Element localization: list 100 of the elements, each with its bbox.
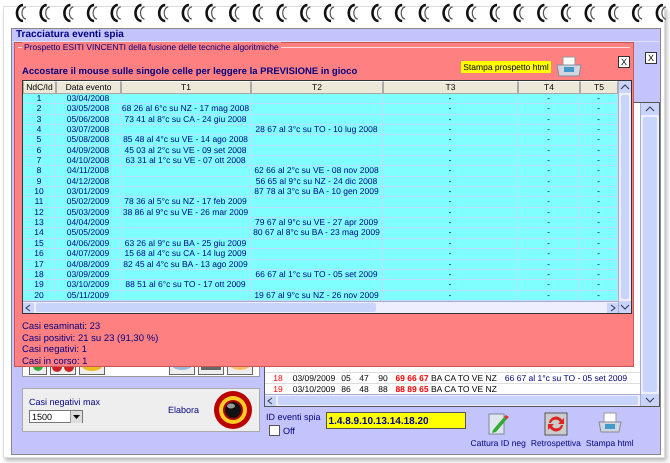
checkbox[interactable]	[269, 425, 280, 436]
table-cell: 03/01/2009	[56, 187, 121, 196]
table-cell: 05/08/2008	[56, 135, 121, 145]
table-cell: 12	[23, 208, 56, 218]
printer-icon[interactable]	[554, 56, 583, 78]
table-cell-text: 86	[340, 384, 352, 394]
column-header[interactable]: T4	[518, 81, 580, 94]
table-cell: 2	[23, 104, 56, 114]
table-cell: 87 78 al 3°c su BA - 10 gen 2009	[251, 187, 383, 196]
table-cell-text: 90	[377, 373, 389, 383]
summary-line: Casi negativi: 1	[22, 344, 87, 356]
field-label: ID eventi spia	[266, 412, 321, 422]
caret-icon[interactable]	[70, 410, 82, 422]
table-cell: 9	[23, 176, 56, 186]
table-cell: -	[383, 270, 518, 280]
table-cell: -	[518, 218, 580, 228]
table-cell: -	[518, 228, 580, 238]
table-cell: 05/02/2009	[56, 197, 121, 207]
table-cell: -	[518, 260, 580, 269]
table-cell: -	[383, 280, 518, 290]
table-cell: -	[518, 135, 580, 145]
table-cell: -	[518, 176, 580, 186]
table-cell: 62 66 al 2°c su VE - 08 nov 2008	[251, 166, 383, 176]
table-cell: -	[518, 270, 580, 280]
scrollbar[interactable]	[23, 301, 618, 313]
table-cell-text: 03/09/2009	[292, 373, 336, 383]
toolbar-button[interactable]: Stampa html	[586, 412, 634, 448]
table-cell: -	[518, 146, 580, 156]
table-cell: 79 67 al 9°c su VE - 27 apr 2009	[251, 218, 383, 228]
table-cell: BA CA TO VE NZ	[431, 384, 495, 394]
edit-icon	[486, 412, 510, 436]
table-cell: 4	[23, 125, 56, 134]
column-header[interactable]: NdC/Id	[23, 81, 56, 94]
scrollbar[interactable]	[265, 394, 640, 406]
table-cell: 05/05/2009	[56, 228, 121, 238]
run-label: Elabora	[168, 405, 199, 415]
table-cell: 04/10/2008	[56, 156, 121, 166]
column-header[interactable]: T1	[121, 81, 251, 94]
column-header[interactable]: Data evento	[56, 81, 121, 94]
table-cell: 5	[23, 135, 56, 145]
close-button[interactable]: X	[644, 52, 657, 64]
table-cell: 78 36 al 5°c su NZ - 17 feb 2009	[121, 197, 251, 207]
table-cell-text: 19	[272, 384, 284, 394]
table-cell-text: 66 67 al 1°c su TO - 05 set 2009	[504, 373, 628, 383]
select-field[interactable]: 1500	[29, 410, 83, 423]
table-cell: 19 67 al 9°c su NZ - 26 nov 2009	[251, 290, 383, 300]
table-cell: 8	[23, 166, 56, 176]
table-cell: -	[383, 238, 518, 248]
table-cell: 38 86 al 9°c su VE - 26 mar 2009	[121, 208, 251, 218]
table-cell: 56 65 al 9°c su NZ - 24 dic 2008	[251, 176, 383, 186]
table-cell-text: 69 66 67	[394, 373, 430, 383]
table-cell: -	[383, 94, 518, 104]
checkbox-label: Off	[283, 426, 295, 436]
dialog-heading: Accostare il mouse sulle singole celle per leggere la PREVISIONE in gioco	[22, 66, 358, 76]
table-cell: 82 45 al 4°c su BA - 13 ago 2009	[121, 260, 251, 269]
table-cell: -	[383, 197, 518, 207]
table-cell: 04/11/2008	[56, 166, 121, 176]
column-header[interactable]: T2	[251, 81, 383, 94]
scrollbar[interactable]	[618, 81, 631, 313]
table-cell: 04/06/2009	[56, 238, 121, 248]
table-cell: 6	[23, 146, 56, 156]
table-cell-text: 48	[358, 384, 370, 394]
table-cell: 03/07/2008	[56, 125, 121, 134]
close-button[interactable]: X	[618, 56, 630, 68]
column-header[interactable]: T5	[580, 81, 618, 94]
summary-line: Casi in corso: 1	[22, 356, 88, 367]
table-cell: 04/07/2009	[56, 249, 121, 258]
scrollbar[interactable]	[640, 103, 659, 406]
table-cell: 04/08/2009	[56, 260, 121, 269]
table-cell: 05/03/2009	[56, 208, 121, 218]
table-cell: -	[518, 166, 580, 176]
table-cell: 68 26 al 6°c su NZ - 17 mag 2008	[121, 104, 251, 114]
column-header[interactable]: T3	[383, 81, 518, 94]
table-cell: -	[518, 187, 580, 196]
table-cell: 88 51 al 6°c su TO - 17 ott 2009	[121, 280, 251, 290]
table-cell: 15 68 al 4°c su CA - 14 lug 2009	[121, 249, 251, 258]
input-field[interactable]: 1.4.8.9.10.13.14.18.20	[326, 412, 466, 429]
table-cell: -	[518, 94, 580, 104]
table-cell: 10	[23, 187, 56, 196]
table-cell: -	[383, 208, 518, 218]
table-cell: -	[518, 156, 580, 166]
table-cell: -	[383, 260, 518, 269]
table-cell: -	[518, 249, 580, 258]
table-cell: 63 31 al 1°c su VE - 07 ott 2008	[121, 156, 251, 166]
table-cell: 03/04/2008	[56, 94, 121, 104]
table-cell: 66 67 al 1°c su TO - 05 set 2009	[251, 270, 383, 280]
table-cell: 7	[23, 156, 56, 166]
table-cell: 17	[23, 260, 56, 269]
table-cell: 03/10/2009	[56, 280, 121, 290]
table-cell: -	[383, 187, 518, 196]
table-cell: -	[518, 290, 580, 300]
table-cell: 19	[23, 280, 56, 290]
summary-line: Casi positivi: 21 su 23 (91,30 %)	[22, 332, 158, 344]
toolbar-button[interactable]: Retrospettiva	[530, 412, 581, 448]
round-button-icon[interactable]	[213, 390, 253, 430]
summary-line: Casi esaminati: 23	[22, 321, 100, 332]
table-cell: -	[383, 146, 518, 156]
toolbar-button[interactable]: Cattura ID neg	[470, 412, 526, 448]
table-cell: -	[383, 104, 518, 114]
table-cell: -	[518, 197, 580, 207]
